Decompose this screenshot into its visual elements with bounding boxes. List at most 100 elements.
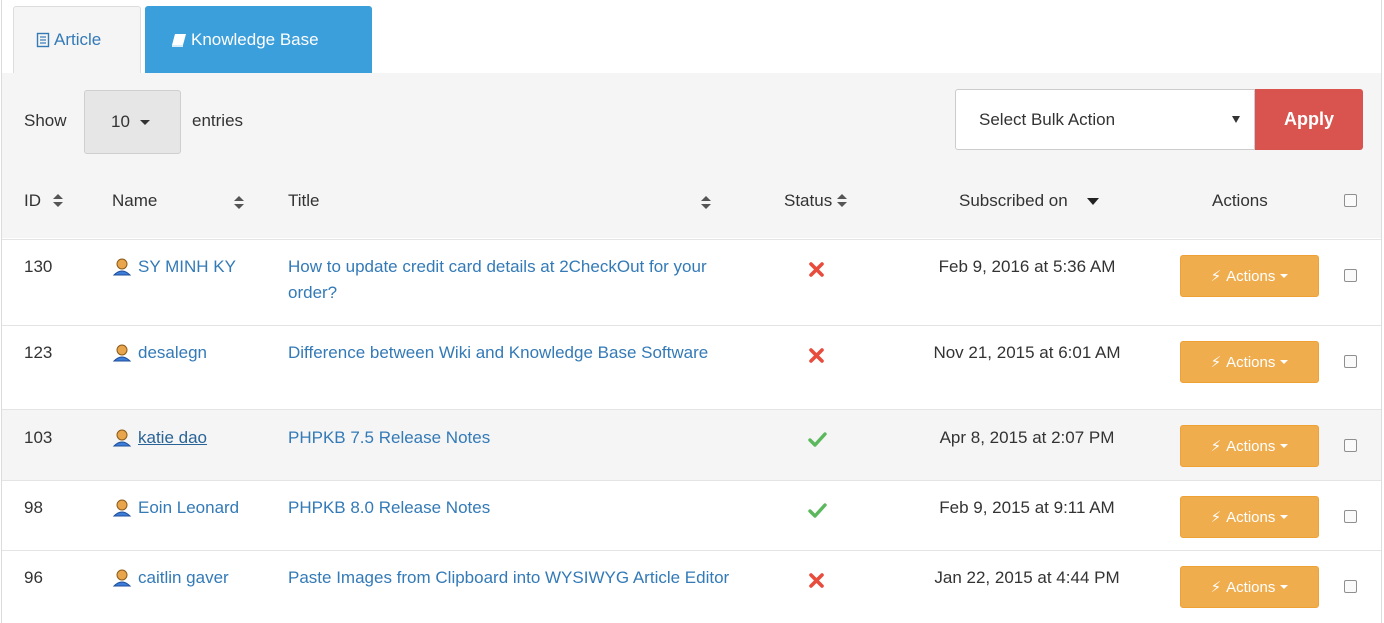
file-text-icon	[35, 32, 51, 48]
book-icon	[171, 32, 188, 48]
chevron-down-icon	[1280, 515, 1289, 519]
user-icon	[112, 429, 132, 447]
bolt-icon: ⚡	[1210, 354, 1222, 371]
page-length-value: 10	[111, 112, 130, 131]
column-header-title-label: Title	[288, 191, 320, 210]
sort-icon	[837, 194, 848, 208]
page-length-select[interactable]: 10	[84, 90, 181, 154]
select-all-checkbox[interactable]	[1344, 194, 1357, 207]
tab-knowledge-base-label: Knowledge Base	[191, 29, 319, 49]
row-actions-button[interactable]: ⚡ Actions	[1180, 566, 1319, 608]
row-actions-label: Actions	[1226, 437, 1276, 455]
row-actions-button[interactable]: ⚡ Actions	[1180, 425, 1319, 467]
row-id: 98	[24, 498, 43, 517]
row-name[interactable]: Eoin Leonard	[112, 495, 239, 521]
row-title-link[interactable]: PHPKB 8.0 Release Notes	[288, 495, 758, 521]
table-row: 123 desalegn Difference between Wiki and…	[2, 325, 1381, 409]
tab-article[interactable]: Article	[13, 6, 141, 74]
row-checkbox[interactable]	[1344, 439, 1357, 452]
row-subscribed-date: Apr 8, 2015 at 2:07 PM	[939, 428, 1115, 447]
status-inactive-icon	[808, 571, 825, 597]
row-subscribed-date: Jan 22, 2015 at 4:44 PM	[934, 568, 1120, 587]
row-id: 96	[24, 568, 43, 587]
chevron-down-icon	[1280, 360, 1289, 364]
sort-desc-icon	[1086, 197, 1099, 205]
column-header-actions: Actions	[1212, 191, 1268, 211]
row-name-label: Eoin Leonard	[138, 498, 240, 517]
row-name[interactable]: desalegn	[112, 340, 207, 366]
column-header-id-label: ID	[24, 191, 41, 210]
sort-icon	[234, 196, 244, 210]
row-checkbox[interactable]	[1344, 510, 1357, 523]
row-actions-label: Actions	[1226, 508, 1276, 526]
row-checkbox[interactable]	[1344, 355, 1357, 368]
chevron-down-icon	[1280, 444, 1289, 448]
column-header-title[interactable]: Title	[288, 191, 718, 211]
table-row: 103 katie dao PHPKB 7.5 Release Notes Ap…	[2, 409, 1381, 480]
table-row: 96 caitlin gaver Paste Images from Clipb…	[2, 550, 1381, 623]
column-header-subscribed-label: Subscribed on	[959, 191, 1068, 210]
row-actions-button[interactable]: ⚡ Actions	[1180, 341, 1319, 383]
tab-knowledge-base[interactable]: Knowledge Base	[145, 6, 372, 73]
row-title-link[interactable]: Difference between Wiki and Knowledge Ba…	[288, 340, 758, 366]
user-icon	[112, 499, 132, 517]
row-title-link[interactable]: PHPKB 7.5 Release Notes	[288, 425, 758, 451]
row-actions-label: Actions	[1226, 267, 1276, 285]
tab-article-label: Article	[54, 30, 102, 49]
row-name[interactable]: katie dao	[112, 425, 207, 451]
dropdown-arrow-icon	[1232, 116, 1240, 123]
table-toolbar: Show 10 entries Select Bulk Action Apply…	[2, 73, 1381, 238]
bolt-icon: ⚡	[1210, 268, 1222, 285]
chevron-down-icon	[1280, 585, 1289, 589]
bolt-icon: ⚡	[1210, 579, 1222, 596]
column-header-name-label: Name	[112, 191, 158, 210]
chevron-down-icon	[139, 119, 150, 125]
row-actions-label: Actions	[1226, 578, 1276, 596]
column-header-actions-label: Actions	[1212, 191, 1268, 210]
status-active-icon	[808, 430, 827, 456]
user-icon	[112, 569, 132, 587]
row-name[interactable]: caitlin gaver	[112, 565, 229, 591]
entries-label: entries	[192, 111, 244, 130]
row-subscribed-date: Feb 9, 2016 at 5:36 AM	[938, 257, 1116, 276]
column-header-status[interactable]: Status	[784, 191, 848, 211]
table-row: 130 SY MINH KY How to update credit card…	[2, 239, 1381, 325]
row-name[interactable]: SY MINH KY	[112, 254, 236, 280]
row-name-label: katie dao	[138, 428, 207, 447]
row-actions-label: Actions	[1226, 353, 1276, 371]
column-header-status-label: Status	[784, 191, 833, 210]
status-inactive-icon	[808, 260, 825, 286]
row-name-label: SY MINH KY	[138, 257, 236, 276]
row-id: 123	[24, 343, 53, 362]
table-row: 98 Eoin Leonard PHPKB 8.0 Release Notes …	[2, 480, 1381, 550]
row-id: 103	[24, 428, 53, 447]
row-actions-button[interactable]: ⚡ Actions	[1180, 255, 1319, 297]
row-title-link[interactable]: Paste Images from Clipboard into WYSIWYG…	[288, 565, 758, 591]
bolt-icon: ⚡	[1210, 438, 1222, 455]
row-name-label: desalegn	[138, 343, 208, 362]
tab-bar: Article Knowledge Base	[2, 0, 1381, 74]
status-inactive-icon	[808, 346, 825, 372]
subscriptions-panel: Article Knowledge Base Show 10 entries S…	[1, 0, 1382, 623]
row-name-label: caitlin gaver	[138, 568, 229, 587]
sort-icon	[701, 196, 711, 210]
bolt-icon: ⚡	[1210, 509, 1222, 526]
user-icon	[112, 344, 132, 362]
row-title-link[interactable]: How to update credit card details at 2Ch…	[288, 254, 758, 306]
subscriptions-table-panel: Show 10 entries Select Bulk Action Apply…	[2, 73, 1381, 623]
row-subscribed-date: Feb 9, 2015 at 9:11 AM	[939, 498, 1115, 517]
row-actions-button[interactable]: ⚡ Actions	[1180, 496, 1319, 538]
status-active-icon	[808, 501, 827, 527]
column-header-name[interactable]: Name	[112, 191, 262, 211]
chevron-down-icon	[1280, 274, 1289, 278]
row-checkbox[interactable]	[1344, 269, 1357, 282]
column-header-id[interactable]: ID	[24, 191, 63, 211]
user-icon	[112, 258, 132, 276]
bulk-action-value: Select Bulk Action	[979, 109, 1116, 129]
show-label: Show	[24, 111, 67, 130]
column-header-subscribed-on[interactable]: Subscribed on	[959, 191, 1099, 211]
row-checkbox[interactable]	[1344, 580, 1357, 593]
apply-button[interactable]: Apply	[1255, 89, 1363, 150]
bulk-action-select[interactable]: Select Bulk Action	[955, 89, 1255, 150]
row-subscribed-date: Nov 21, 2015 at 6:01 AM	[933, 343, 1121, 362]
